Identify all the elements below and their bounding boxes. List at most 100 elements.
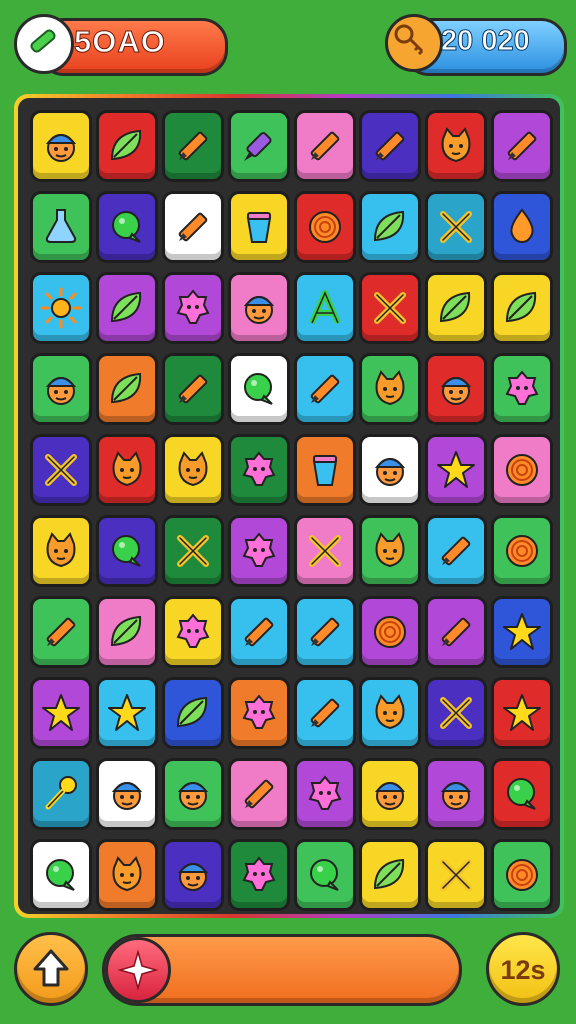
pencil-icon bbox=[310, 131, 340, 161]
tile-r3-c6[interactable] bbox=[359, 272, 421, 344]
blob-icon bbox=[242, 856, 276, 891]
tile-r4-c2[interactable] bbox=[96, 353, 158, 425]
tile-r9-c2[interactable] bbox=[96, 758, 158, 830]
cat-icon bbox=[375, 532, 405, 568]
tile-r9-c3[interactable] bbox=[162, 758, 224, 830]
tile-r2-c7[interactable] bbox=[425, 191, 487, 263]
tile-r9-c5[interactable] bbox=[294, 758, 356, 830]
tile-r2-c1[interactable] bbox=[30, 191, 92, 263]
tile-r5-c1[interactable] bbox=[30, 434, 92, 506]
tile-r5-c4[interactable] bbox=[228, 434, 290, 506]
tile-r1-c3[interactable] bbox=[162, 110, 224, 182]
tile-r10-c6[interactable] bbox=[359, 839, 421, 911]
tile-r9-c8[interactable] bbox=[491, 758, 553, 830]
tile-r1-c6[interactable] bbox=[359, 110, 421, 182]
tile-r10-c3[interactable] bbox=[162, 839, 224, 911]
tile-r1-c7[interactable] bbox=[425, 110, 487, 182]
tile-r3-c8[interactable] bbox=[491, 272, 553, 344]
tile-r1-c5[interactable] bbox=[294, 110, 356, 182]
tile-r7-c1[interactable] bbox=[30, 596, 92, 668]
tile-r1-c4[interactable] bbox=[228, 110, 290, 182]
tile-r8-c8[interactable] bbox=[491, 677, 553, 749]
tile-r8-c1[interactable] bbox=[30, 677, 92, 749]
tile-r10-c5[interactable] bbox=[294, 839, 356, 911]
tile-r3-c1[interactable] bbox=[30, 272, 92, 344]
tile-r6-c3[interactable] bbox=[162, 515, 224, 587]
tile-r10-c8[interactable] bbox=[491, 839, 553, 911]
tile-r6-c8[interactable] bbox=[491, 515, 553, 587]
tile-r8-c2[interactable] bbox=[96, 677, 158, 749]
tile-r7-c5[interactable] bbox=[294, 596, 356, 668]
tile-r2-c2[interactable] bbox=[96, 191, 158, 263]
tile-r6-c6[interactable] bbox=[359, 515, 421, 587]
tile-r4-c7[interactable] bbox=[425, 353, 487, 425]
tile-r6-c2[interactable] bbox=[96, 515, 158, 587]
tile-r9-c7[interactable] bbox=[425, 758, 487, 830]
tile-r2-c3[interactable] bbox=[162, 191, 224, 263]
tile-r3-c5[interactable] bbox=[294, 272, 356, 344]
tile-r10-c7[interactable] bbox=[425, 839, 487, 911]
tile-r5-c7[interactable] bbox=[425, 434, 487, 506]
tile-r8-c3[interactable] bbox=[162, 677, 224, 749]
tile-r3-c7[interactable] bbox=[425, 272, 487, 344]
tile-r5-c5[interactable] bbox=[294, 434, 356, 506]
tile-r4-c3[interactable] bbox=[162, 353, 224, 425]
tile-r7-c2[interactable] bbox=[96, 596, 158, 668]
tile-r6-c4[interactable] bbox=[228, 515, 290, 587]
cross-icon bbox=[440, 211, 472, 243]
tile-r2-c8[interactable] bbox=[491, 191, 553, 263]
tile-r3-c2[interactable] bbox=[96, 272, 158, 344]
up-button[interactable] bbox=[14, 932, 88, 1006]
tile-r7-c3[interactable] bbox=[162, 596, 224, 668]
tile-r7-c6[interactable] bbox=[359, 596, 421, 668]
face-icon bbox=[243, 296, 275, 324]
tile-r3-c3[interactable] bbox=[162, 272, 224, 344]
tile-r5-c3[interactable] bbox=[162, 434, 224, 506]
face-icon bbox=[177, 782, 209, 810]
tile-r7-c7[interactable] bbox=[425, 596, 487, 668]
score-hud: 5OAO bbox=[14, 14, 228, 76]
star-icon bbox=[437, 451, 475, 488]
tile-r9-c6[interactable] bbox=[359, 758, 421, 830]
tile-r2-c5[interactable] bbox=[294, 191, 356, 263]
tile-r1-c8[interactable] bbox=[491, 110, 553, 182]
star-icon bbox=[503, 694, 541, 731]
timer-text: 12s bbox=[500, 955, 546, 985]
tile-r7-c8[interactable] bbox=[491, 596, 553, 668]
sun-icon bbox=[40, 287, 82, 329]
tile-r7-c4[interactable] bbox=[228, 596, 290, 668]
tile-r8-c5[interactable] bbox=[294, 677, 356, 749]
tile-r5-c6[interactable] bbox=[359, 434, 421, 506]
tile-r4-c5[interactable] bbox=[294, 353, 356, 425]
tile-r8-c6[interactable] bbox=[359, 677, 421, 749]
tile-r1-c2[interactable] bbox=[96, 110, 158, 182]
tile-r4-c8[interactable] bbox=[491, 353, 553, 425]
face-icon bbox=[45, 134, 77, 162]
tile-r8-c4[interactable] bbox=[228, 677, 290, 749]
cup-icon bbox=[246, 212, 272, 243]
tile-r4-c1[interactable] bbox=[30, 353, 92, 425]
tile-r1-c1[interactable] bbox=[30, 110, 92, 182]
tile-r4-c6[interactable] bbox=[359, 353, 421, 425]
tile-r5-c8[interactable] bbox=[491, 434, 553, 506]
power-slider[interactable] bbox=[102, 934, 462, 1006]
face-icon bbox=[111, 782, 143, 810]
timer-button[interactable]: 12s bbox=[486, 932, 560, 1006]
tile-r10-c2[interactable] bbox=[96, 839, 158, 911]
slider-knob[interactable] bbox=[105, 937, 171, 1003]
tile-r4-c4[interactable] bbox=[228, 353, 290, 425]
tile-r6-c7[interactable] bbox=[425, 515, 487, 587]
swirl-icon bbox=[506, 454, 538, 486]
tile-r2-c4[interactable] bbox=[228, 191, 290, 263]
tile-r2-c6[interactable] bbox=[359, 191, 421, 263]
tile-r10-c4[interactable] bbox=[228, 839, 290, 911]
tile-r8-c7[interactable] bbox=[425, 677, 487, 749]
cat-icon bbox=[46, 532, 76, 568]
tile-r3-c4[interactable] bbox=[228, 272, 290, 344]
tile-r10-c1[interactable] bbox=[30, 839, 92, 911]
tile-r6-c5[interactable] bbox=[294, 515, 356, 587]
tile-r5-c2[interactable] bbox=[96, 434, 158, 506]
tile-r9-c4[interactable] bbox=[228, 758, 290, 830]
tile-r6-c1[interactable] bbox=[30, 515, 92, 587]
tile-r9-c1[interactable] bbox=[30, 758, 92, 830]
